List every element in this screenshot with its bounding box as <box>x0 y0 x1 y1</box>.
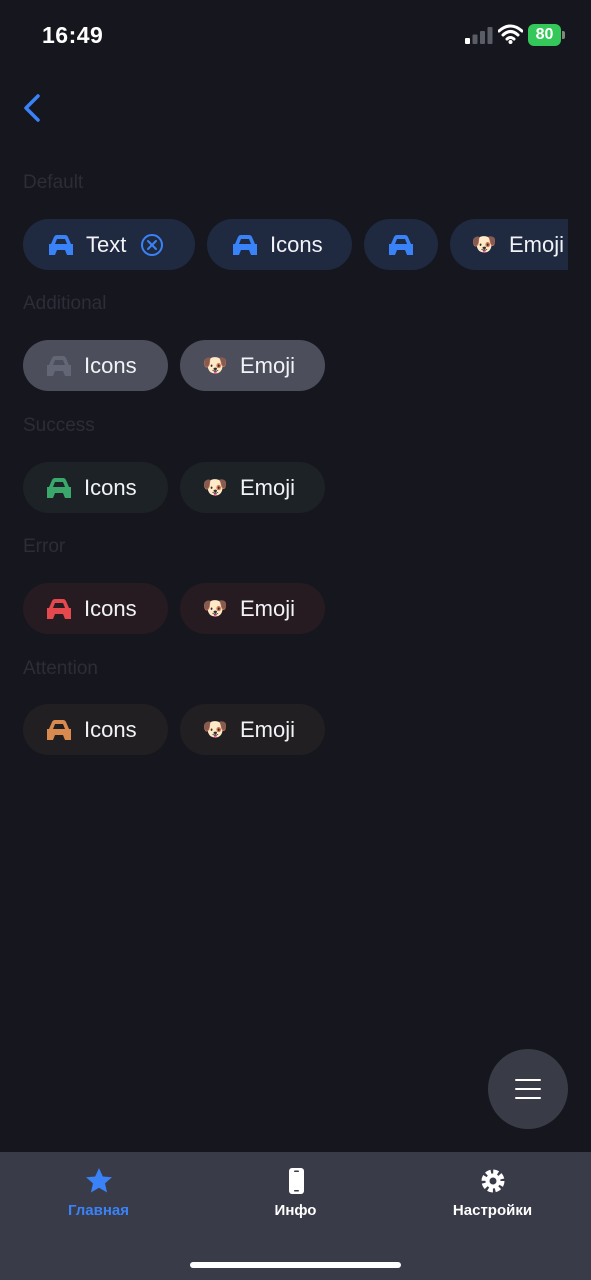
chip-success-emoji[interactable]: 🐶 Emoji <box>180 462 325 513</box>
menu-icon <box>515 1079 541 1099</box>
car-icon <box>49 234 73 255</box>
section-label-attention: Attention <box>23 658 98 679</box>
wifi-icon <box>498 24 523 44</box>
chip-additional-emoji[interactable]: 🐶 Emoji <box>180 340 325 391</box>
chip-error-icons[interactable]: Icons <box>23 583 168 634</box>
tab-label: Инфо <box>274 1202 317 1219</box>
chip-additional-icons[interactable]: Icons <box>23 340 168 391</box>
chip-error-emoji[interactable]: 🐶 Emoji <box>180 583 325 634</box>
section-label-default: Default <box>23 172 84 193</box>
section-label-error: Error <box>23 536 66 557</box>
cellular-signal-icon <box>465 27 493 44</box>
dog-emoji-icon: 🐶 <box>471 233 497 256</box>
status-time: 16:49 <box>42 22 104 48</box>
chip-label: Icons <box>84 595 137 621</box>
chip-default-icons[interactable]: Icons <box>207 219 352 270</box>
chip-label: Emoji <box>240 474 296 500</box>
chip-attention-emoji[interactable]: 🐶 Emoji <box>180 704 325 755</box>
tab-label: Главная <box>67 1202 129 1219</box>
chip-label: Emoji <box>509 231 565 257</box>
chip-label: Emoji <box>240 352 296 378</box>
dog-emoji-icon: 🐶 <box>202 476 228 499</box>
chip-default-text[interactable]: Text <box>23 219 195 270</box>
phone-icon <box>289 1168 304 1194</box>
chip-default-icon-only[interactable] <box>364 219 438 270</box>
clear-icon[interactable] <box>140 233 164 257</box>
car-icon <box>389 234 413 255</box>
star-icon <box>86 1168 112 1193</box>
tab-info[interactable]: Инфо <box>197 1152 394 1242</box>
chip-label: Icons <box>84 352 137 378</box>
tab-settings[interactable]: Настройки <box>394 1152 591 1242</box>
battery-cap <box>562 31 565 39</box>
car-icon <box>47 477 71 498</box>
menu-fab-button[interactable] <box>488 1049 568 1129</box>
dog-emoji-icon: 🐶 <box>202 718 228 741</box>
chip-label: Icons <box>270 231 323 257</box>
chip-label: Icons <box>84 474 137 500</box>
car-icon <box>47 719 71 740</box>
section-label-additional: Additional <box>23 293 107 314</box>
car-icon <box>47 598 71 619</box>
car-icon <box>47 355 71 376</box>
battery-level: 80 <box>528 24 561 46</box>
status-bar: 16:49 80 <box>0 0 591 70</box>
dog-emoji-icon: 🐶 <box>202 597 228 620</box>
chip-label: Emoji <box>240 716 296 742</box>
chip-attention-icons[interactable]: Icons <box>23 704 168 755</box>
back-button[interactable] <box>14 88 54 128</box>
tab-home[interactable]: Главная <box>0 1152 197 1242</box>
tab-label: Настройки <box>452 1202 533 1219</box>
chip-row-error: Icons 🐶 Emoji <box>23 583 568 635</box>
chip-label: Icons <box>84 716 137 742</box>
chevron-left-icon <box>24 94 40 122</box>
chip-label: Text <box>86 231 127 257</box>
chip-row-additional: Icons 🐶 Emoji <box>23 340 568 392</box>
chip-row-attention: Icons 🐶 Emoji <box>23 704 568 756</box>
section-label-success: Success <box>23 415 95 436</box>
chip-default-emoji[interactable]: 🐶 Emoji <box>450 219 568 270</box>
dog-emoji-icon: 🐶 <box>202 354 228 377</box>
car-icon <box>233 234 257 255</box>
chip-success-icons[interactable]: Icons <box>23 462 168 513</box>
battery-icon: 80 <box>528 24 566 46</box>
chip-row-success: Icons 🐶 Emoji <box>23 462 568 514</box>
chip-label: Emoji <box>240 595 296 621</box>
chip-row-default: Text Icons 🐶 Emoji <box>23 219 568 271</box>
tab-bar: Главная Инфо Настройки <box>0 1152 591 1280</box>
home-indicator <box>190 1262 401 1268</box>
gear-icon <box>481 1169 505 1193</box>
